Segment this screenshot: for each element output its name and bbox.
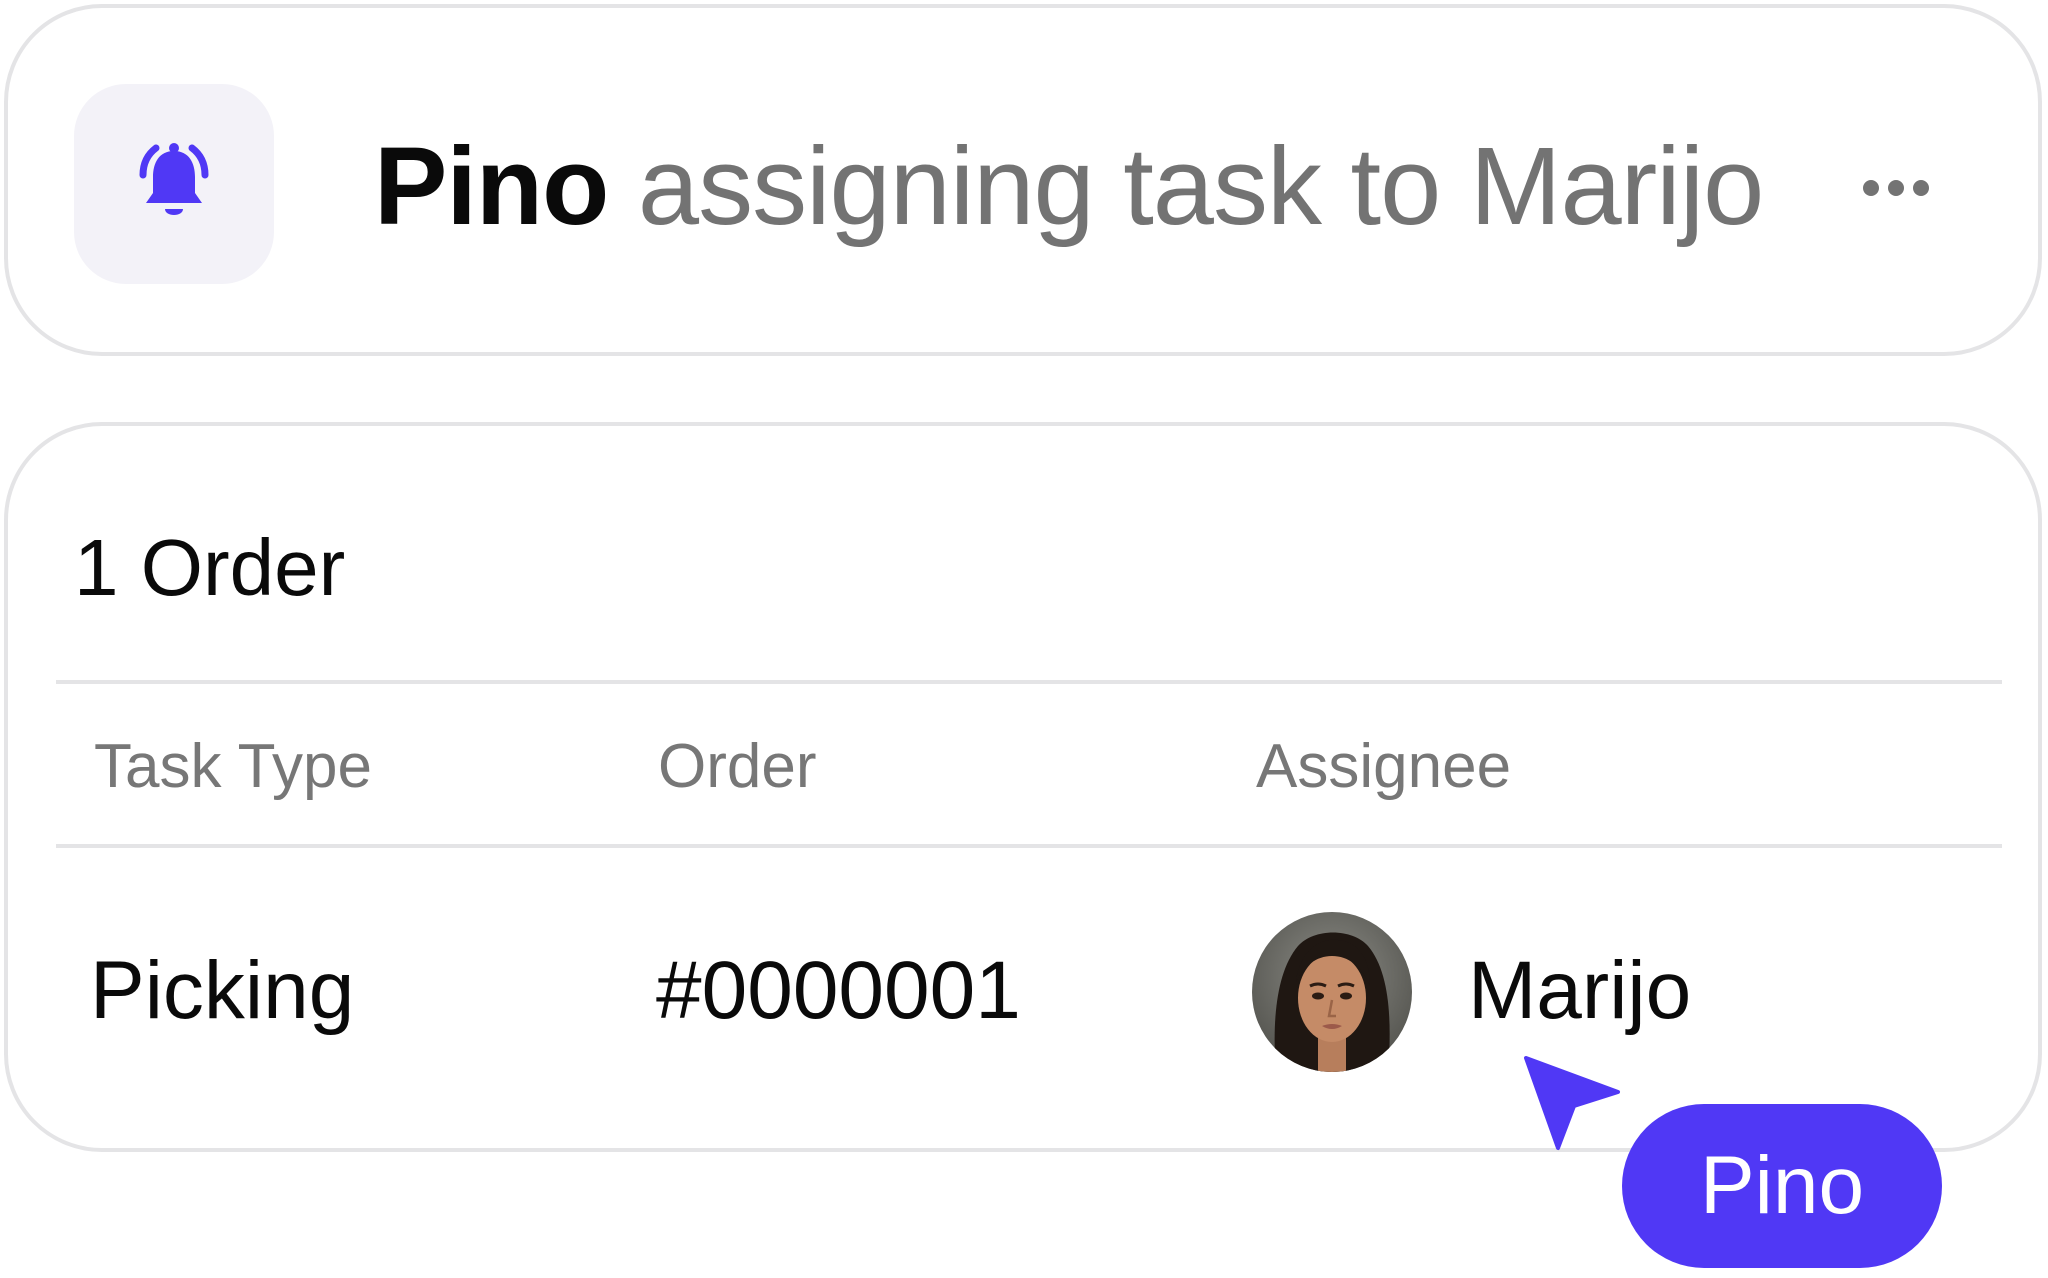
notification-action-text: assigning task to Marijo xyxy=(637,125,1764,248)
task-type-cell: Picking xyxy=(90,945,355,1036)
order-number-cell[interactable]: #0000001 xyxy=(656,950,1021,1032)
notification-card[interactable]: Pino assigning task to Marijo xyxy=(4,4,2042,356)
table-header-top-divider xyxy=(56,680,2002,684)
notification-icon-tile xyxy=(74,84,274,284)
ellipsis-icon xyxy=(1863,180,1929,196)
bell-ringing-icon xyxy=(139,143,209,215)
stage: Pino assigning task to Marijo 1 Order Ta… xyxy=(0,0,2048,1278)
order-count-title: 1 Order xyxy=(74,523,346,612)
table-header-bottom-divider xyxy=(56,844,2002,848)
column-header-assignee: Assignee xyxy=(1256,732,1512,801)
notification-message: Pino assigning task to Marijo xyxy=(374,132,1764,242)
collaborator-name-tag: Pino xyxy=(1622,1104,1942,1268)
more-options-button[interactable] xyxy=(1848,158,1944,218)
column-header-task-type: Task Type xyxy=(94,732,373,801)
order-card: 1 Order Task Type Order Assignee Picking… xyxy=(4,422,2042,1152)
avatar xyxy=(1252,912,1412,1072)
notification-actor: Pino xyxy=(374,125,609,248)
column-header-order: Order xyxy=(658,732,817,801)
assignee-name-cell[interactable]: Marijo xyxy=(1468,950,1691,1032)
collaborator-name-label: Pino xyxy=(1699,1140,1865,1231)
cursor-arrow-icon xyxy=(1524,1056,1620,1150)
